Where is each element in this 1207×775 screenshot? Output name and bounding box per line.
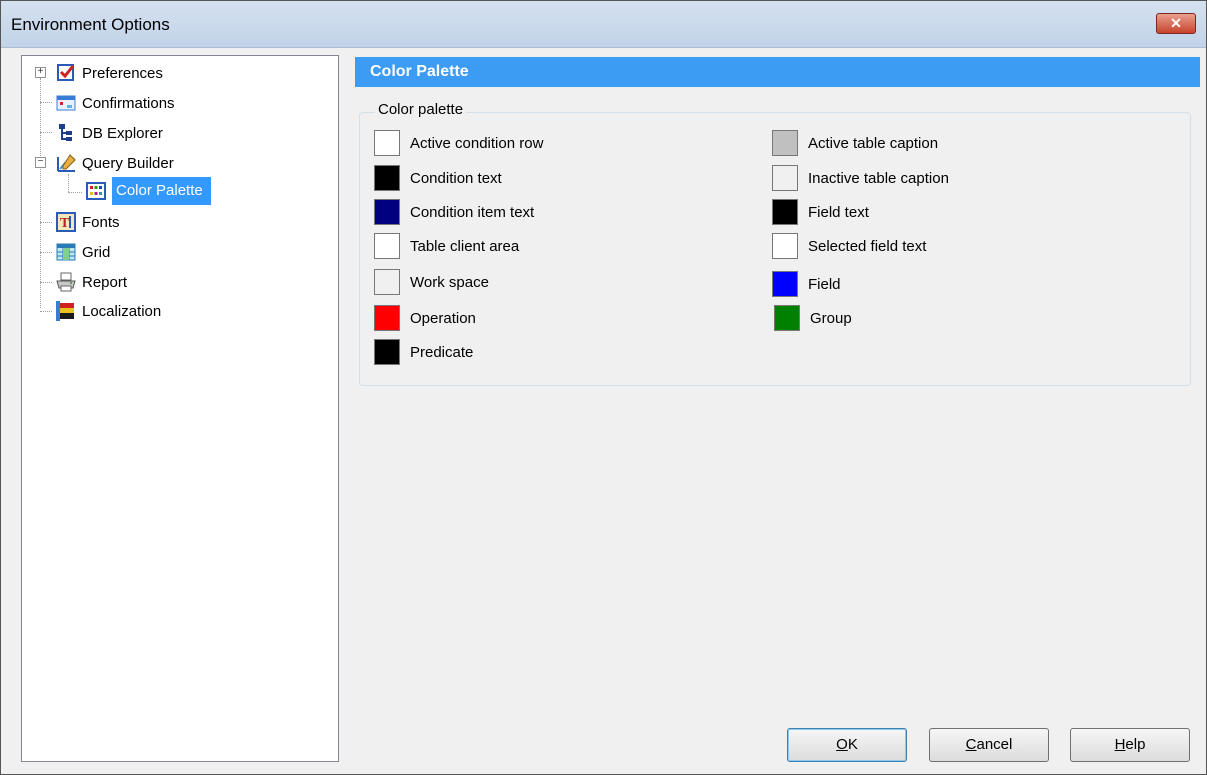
collapse-query-builder-toggle[interactable]: − [35, 157, 46, 168]
ok-label: K [847, 736, 858, 753]
color-row-work-space[interactable]: Work space [374, 267, 489, 297]
db-explorer-icon [56, 123, 76, 143]
color-row-condition-text[interactable]: Condition text [374, 163, 502, 193]
query-builder-icon [56, 153, 76, 173]
color-swatch[interactable] [772, 199, 798, 225]
color-label: Field text [808, 203, 869, 221]
color-label: Inactive table caption [808, 169, 949, 187]
color-swatch[interactable] [374, 130, 400, 156]
fonts-icon: T [56, 212, 76, 232]
color-label: Condition text [410, 169, 502, 187]
tree-connector [68, 192, 82, 193]
color-label: Active condition row [410, 134, 544, 152]
tree-item-color-palette[interactable]: Color Palette [86, 177, 211, 205]
tree-connector [40, 102, 52, 103]
tree-connector [40, 222, 52, 223]
ok-mnemonic: O [836, 736, 848, 753]
window-title: Environment Options [11, 15, 170, 34]
color-row-condition-item-text[interactable]: Condition item text [374, 197, 534, 227]
color-row-active-table-caption[interactable]: Active table caption [772, 128, 938, 158]
tree-item-label: Fonts [82, 213, 120, 231]
expand-preferences-toggle[interactable]: + [35, 67, 46, 78]
tree-item-report[interactable]: Report [56, 269, 127, 295]
tree-connector [68, 174, 69, 192]
color-row-group[interactable]: Group [774, 303, 852, 333]
environment-options-window: Environment Options ✕ + Preferences Conf… [0, 0, 1207, 775]
color-palette-icon [86, 181, 106, 201]
tree-item-localization[interactable]: Localization [56, 298, 161, 324]
color-row-operation[interactable]: Operation [374, 303, 476, 333]
cancel-button[interactable]: Cancel [929, 728, 1049, 762]
cancel-mnemonic: C [965, 736, 977, 753]
color-swatch[interactable] [772, 233, 798, 259]
tree-connector [40, 282, 52, 283]
tree-connector [40, 311, 52, 312]
color-label: Predicate [410, 343, 474, 361]
tree-item-label: Confirmations [82, 94, 175, 112]
color-swatch[interactable] [772, 165, 798, 191]
tree-item-label: Report [82, 273, 128, 291]
color-row-field-text[interactable]: Field text [772, 197, 869, 227]
close-button[interactable]: ✕ [1156, 13, 1196, 34]
tree-item-db-explorer[interactable]: DB Explorer [56, 120, 163, 146]
help-button[interactable]: Help [1070, 728, 1190, 762]
color-swatch[interactable] [772, 271, 798, 297]
printer-icon [56, 272, 76, 292]
tree-item-label: Query Builder [82, 154, 174, 172]
tree-item-query-builder[interactable]: Query Builder [56, 150, 174, 176]
svg-text:T: T [60, 216, 70, 231]
localization-icon [56, 301, 76, 321]
color-swatch[interactable] [774, 305, 800, 331]
color-row-predicate[interactable]: Predicate [374, 337, 473, 367]
close-icon: ✕ [1170, 15, 1182, 31]
tree-item-label: Localization [82, 302, 162, 320]
color-row-selected-field-text[interactable]: Selected field text [772, 231, 926, 261]
color-row-active-condition-row[interactable]: Active condition row [374, 128, 543, 158]
color-swatch[interactable] [374, 305, 400, 331]
preferences-icon [56, 63, 76, 83]
tree-item-label: Preferences [82, 64, 163, 82]
color-row-table-client-area[interactable]: Table client area [374, 231, 519, 261]
cancel-label: ancel [976, 736, 1013, 753]
tree-connector [40, 78, 41, 308]
tree-item-label: Grid [82, 243, 111, 261]
tree-item-grid[interactable]: Grid [56, 239, 110, 265]
color-label: Active table caption [808, 134, 939, 152]
color-label: Work space [410, 273, 489, 291]
ok-button[interactable]: OK [787, 728, 907, 762]
title-bar: Environment Options ✕ [1, 1, 1206, 48]
tree-item-preferences[interactable]: Preferences [56, 60, 163, 86]
color-swatch[interactable] [374, 165, 400, 191]
options-tree[interactable]: + Preferences Confirmations DB Explorer … [21, 55, 339, 762]
tree-connector [40, 132, 52, 133]
color-label: Condition item text [410, 203, 535, 221]
help-mnemonic: H [1114, 736, 1126, 753]
color-label: Field [808, 275, 841, 293]
color-swatch[interactable] [374, 269, 400, 295]
tree-item-label: DB Explorer [82, 124, 163, 142]
tree-item-confirmations[interactable]: Confirmations [56, 90, 175, 116]
grid-icon [56, 242, 76, 262]
color-swatch[interactable] [772, 130, 798, 156]
help-label: elp [1125, 736, 1146, 753]
group-title: Color palette [375, 101, 467, 118]
color-label: Table client area [410, 237, 520, 255]
tree-connector [40, 252, 52, 253]
color-label: Selected field text [808, 237, 927, 255]
color-label: Group [810, 309, 852, 327]
color-row-inactive-table-caption[interactable]: Inactive table caption [772, 163, 949, 193]
tree-item-label: Color Palette [112, 177, 211, 205]
color-swatch[interactable] [374, 339, 400, 365]
tree-item-fonts[interactable]: T Fonts [56, 209, 120, 235]
color-swatch[interactable] [374, 233, 400, 259]
page-title: Color Palette [355, 57, 1200, 87]
color-row-field[interactable]: Field [772, 269, 841, 299]
color-label: Operation [410, 309, 476, 327]
color-swatch[interactable] [374, 199, 400, 225]
confirmations-icon [56, 93, 76, 113]
